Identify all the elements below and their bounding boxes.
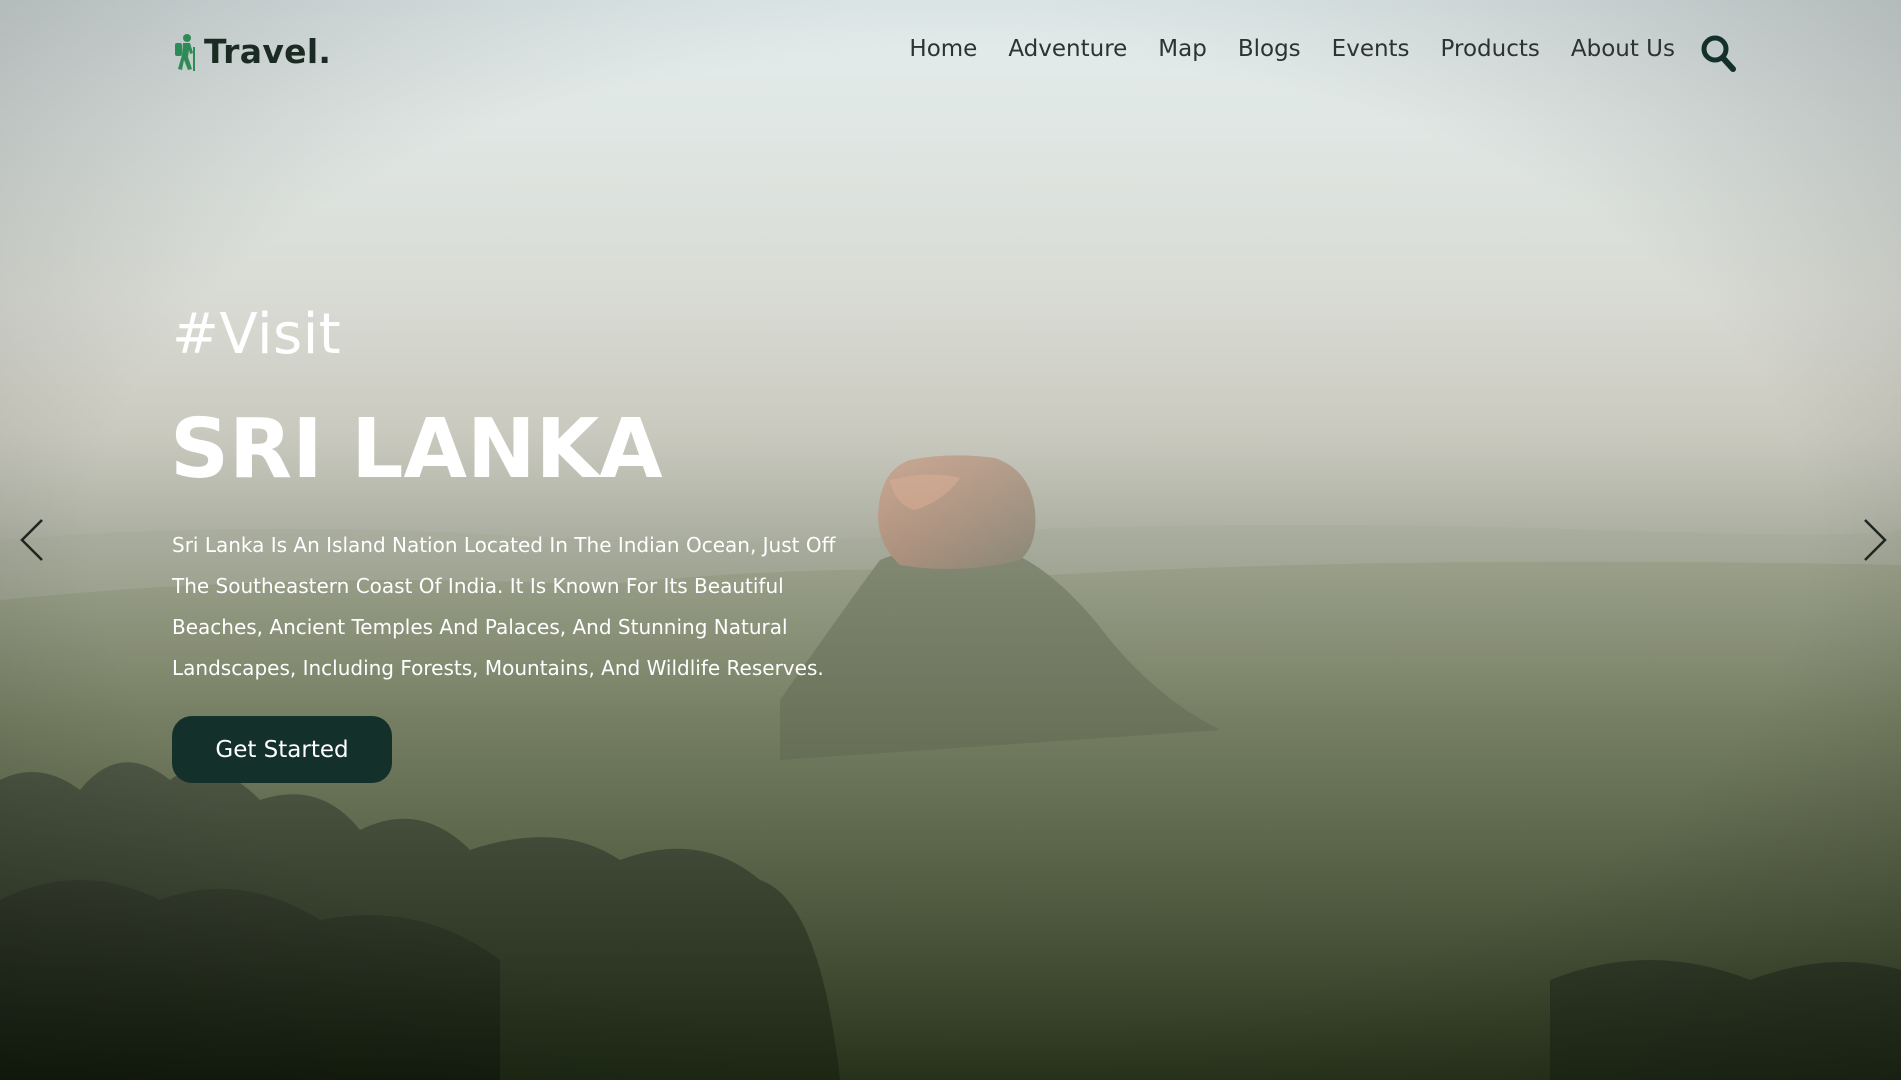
carousel-next-button[interactable] [1859,516,1889,564]
nav-item-adventure[interactable]: Adventure [1008,36,1127,62]
top-navigation: Travel. Home Adventure Map Blogs Events … [0,0,1901,108]
nav-item-home[interactable]: Home [909,36,977,62]
nav-item-blogs[interactable]: Blogs [1238,36,1301,62]
brand-logo[interactable]: Travel. [172,32,331,71]
search-icon [1701,35,1736,72]
chevron-left-icon [20,519,43,561]
nav-item-about-us[interactable]: About Us [1571,36,1675,62]
nav-item-products[interactable]: Products [1441,36,1540,62]
get-started-button[interactable]: Get Started [172,716,392,783]
brand-name: Travel. [204,32,332,71]
chevron-right-icon [1864,519,1887,561]
hero-section: Travel. Home Adventure Map Blogs Events … [0,0,1901,1080]
hero-title: SRI LANKA [170,402,663,497]
carousel-prev-button[interactable] [18,516,48,564]
nav-item-events[interactable]: Events [1332,36,1410,62]
hero-description: Sri Lanka Is An Island Nation Located In… [172,533,836,680]
nav-item-map[interactable]: Map [1158,36,1207,62]
hero-hashtag: #Visit [172,302,342,367]
nav-menu: Home Adventure Map Blogs Events Products… [909,36,1675,62]
hiker-icon [175,33,195,71]
search-button[interactable] [1700,34,1736,72]
